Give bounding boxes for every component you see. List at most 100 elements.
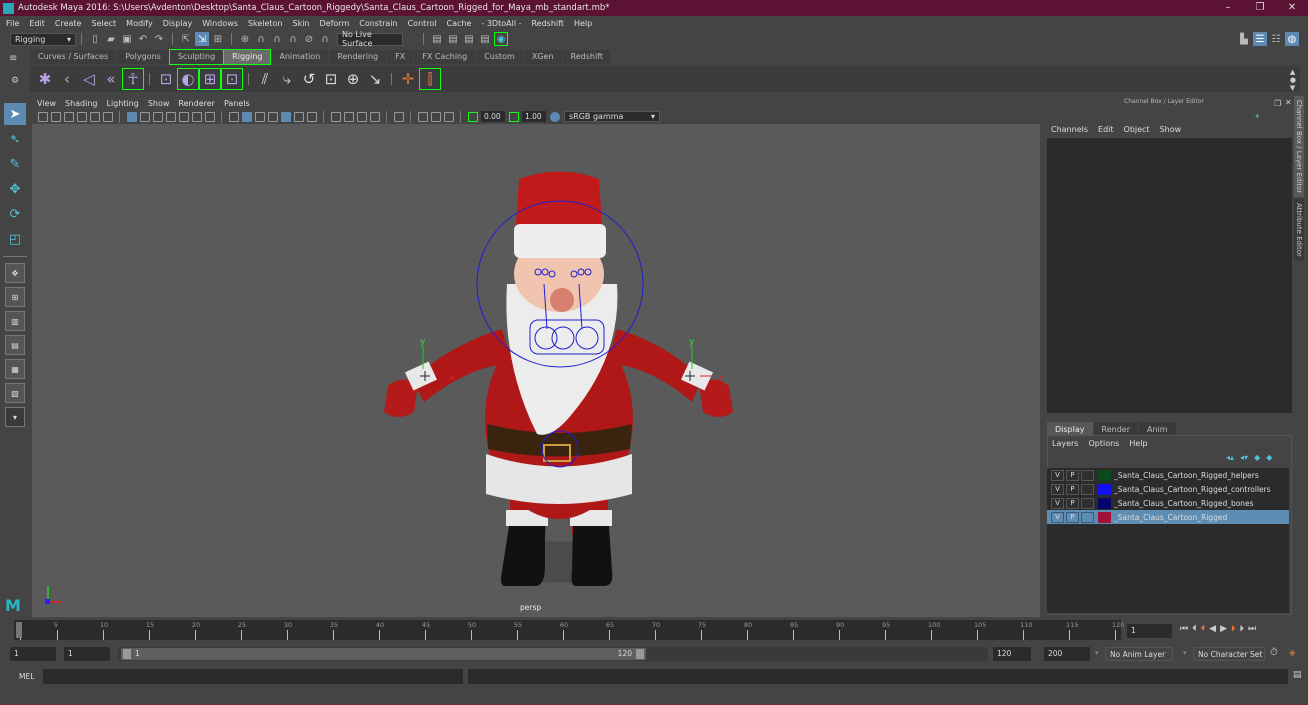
modeling-toolkit-icon[interactable]: ▙ bbox=[1237, 32, 1251, 46]
menu-select[interactable]: Select bbox=[91, 19, 116, 28]
smooth-shade-icon[interactable] bbox=[241, 111, 252, 122]
image-plane-icon[interactable] bbox=[76, 111, 87, 122]
snap-view-plane-icon[interactable]: ∩ bbox=[286, 32, 300, 46]
shelf-tab-curves-surfaces[interactable]: Curves / Surfaces bbox=[30, 50, 117, 64]
minimize-button[interactable]: – bbox=[1212, 0, 1244, 16]
shelf-tab-redshift[interactable]: Redshift bbox=[562, 50, 611, 64]
channel-box-area[interactable] bbox=[1047, 138, 1292, 413]
attribute-editor-toggle-icon[interactable]: ☰ bbox=[1253, 32, 1267, 46]
go-to-start-icon[interactable]: ⏮ bbox=[1180, 624, 1188, 634]
command-input[interactable] bbox=[43, 669, 463, 684]
select-hierarchy-icon[interactable]: ⇱ bbox=[179, 32, 193, 46]
textured-icon[interactable] bbox=[267, 111, 278, 122]
scale-tool-icon[interactable]: ◰ bbox=[4, 228, 26, 250]
restore-button[interactable]: ❐ bbox=[1244, 0, 1276, 16]
select-tool-icon[interactable]: ➤ bbox=[4, 103, 26, 125]
ipr-render-icon[interactable]: ▤ bbox=[462, 32, 476, 46]
visibility-toggle[interactable]: V bbox=[1051, 511, 1064, 523]
script-editor-icon[interactable]: ▤ bbox=[1293, 670, 1302, 680]
range-start-handle[interactable] bbox=[123, 649, 131, 659]
lasso-tool-icon[interactable]: ➴ bbox=[4, 128, 26, 150]
layer-row[interactable]: V P _Santa_Claus_Cartoon_Rigged bbox=[1047, 510, 1289, 524]
render-settings-icon[interactable]: ▤ bbox=[478, 32, 492, 46]
isolate-select-icon[interactable] bbox=[369, 111, 380, 122]
shelf-settings-icon[interactable]: ⚙ bbox=[11, 76, 30, 86]
gate-mask-icon[interactable] bbox=[165, 111, 176, 122]
xray-joints-icon[interactable] bbox=[430, 111, 441, 122]
lattice-icon[interactable]: ⊞ bbox=[199, 68, 221, 90]
edit-menu[interactable]: Edit bbox=[1098, 125, 1114, 134]
new-empty-layer-icon[interactable]: ◆ bbox=[1254, 453, 1260, 462]
visibility-toggle[interactable]: V bbox=[1051, 469, 1064, 481]
joint-tool-icon[interactable]: ✱ bbox=[34, 68, 56, 90]
menu-edit[interactable]: Edit bbox=[29, 19, 45, 28]
display-type-toggle[interactable] bbox=[1081, 497, 1094, 509]
parent-constraint-icon[interactable]: ⫽ bbox=[254, 68, 276, 90]
shelf-scroll[interactable]: ▲ ● ▼ bbox=[1290, 68, 1296, 92]
step-back-key-icon[interactable]: ⏴ bbox=[1201, 624, 1206, 634]
bake-constraint-icon[interactable]: ⫿ bbox=[419, 68, 441, 90]
2d-pan-zoom-icon[interactable] bbox=[89, 111, 100, 122]
playback-toggle[interactable]: P bbox=[1066, 483, 1079, 495]
render-frame-icon[interactable]: ▤ bbox=[446, 32, 460, 46]
menu-windows[interactable]: Windows bbox=[202, 19, 238, 28]
cluster-icon[interactable]: ⊡ bbox=[221, 68, 243, 90]
go-to-end-icon[interactable]: ⏭ bbox=[1248, 624, 1256, 634]
current-frame-field[interactable]: 1 bbox=[1127, 624, 1172, 638]
side-tab-attribute-editor[interactable]: Attribute Editor bbox=[1294, 199, 1304, 262]
wireframe-icon[interactable] bbox=[228, 111, 239, 122]
four-view-layout-icon[interactable]: ⊞ bbox=[5, 287, 25, 307]
menu-help[interactable]: Help bbox=[574, 19, 592, 28]
viewport-menu-show[interactable]: Show bbox=[148, 99, 170, 108]
show-menu[interactable]: Show bbox=[1160, 125, 1182, 134]
camera-select-icon[interactable] bbox=[37, 111, 48, 122]
grid-toggle-icon[interactable] bbox=[126, 111, 137, 122]
backface-culling-icon[interactable] bbox=[443, 111, 454, 122]
paint-skin-weights-icon[interactable]: ◐ bbox=[177, 68, 199, 90]
ik-spline-icon[interactable]: ◁ bbox=[78, 68, 100, 90]
viewport-menu-view[interactable]: View bbox=[37, 99, 56, 108]
safe-title-icon[interactable] bbox=[204, 111, 215, 122]
menu-constrain[interactable]: Constrain bbox=[359, 19, 397, 28]
auto-key-icon[interactable]: ⏱ bbox=[1270, 647, 1278, 658]
wireframe-on-shaded-icon[interactable] bbox=[254, 111, 265, 122]
single-perspective-layout-icon[interactable]: ✥ bbox=[5, 263, 25, 283]
render-view-icon[interactable]: ▤ bbox=[430, 32, 444, 46]
layer-row[interactable]: V P _Santa_Claus_Cartoon_Rigged_controller… bbox=[1047, 482, 1289, 496]
aim-constraint-icon[interactable]: ⊕ bbox=[342, 68, 364, 90]
magnet-icon[interactable]: ∩ bbox=[318, 32, 332, 46]
animation-preferences-icon[interactable]: ⚹ bbox=[1289, 646, 1296, 660]
playback-toggle[interactable]: P bbox=[1066, 511, 1079, 523]
playback-toggle[interactable]: P bbox=[1066, 497, 1079, 509]
close-button[interactable]: ✕ bbox=[1276, 0, 1308, 16]
play-forwards-icon[interactable]: ▶ bbox=[1220, 624, 1227, 634]
point-constraint-icon[interactable]: ⤷ bbox=[276, 68, 298, 90]
menu-create[interactable]: Create bbox=[55, 19, 82, 28]
menu-control[interactable]: Control bbox=[408, 19, 437, 28]
layer-color-swatch[interactable] bbox=[1098, 511, 1111, 523]
script-language-label[interactable]: MEL bbox=[19, 672, 34, 681]
ik-handle-icon[interactable]: ‹ bbox=[56, 68, 78, 90]
bind-skin-icon[interactable]: ⊡ bbox=[155, 68, 177, 90]
current-time-indicator[interactable] bbox=[16, 622, 22, 638]
orient-constraint-icon[interactable]: ↺ bbox=[298, 68, 320, 90]
display-type-toggle[interactable] bbox=[1081, 483, 1094, 495]
scale-constraint-icon[interactable]: ⊡ bbox=[320, 68, 342, 90]
color-management-icon[interactable] bbox=[549, 111, 560, 122]
float-panel-icon[interactable]: ❐ bbox=[1274, 99, 1281, 108]
time-slider[interactable]: 1510152025303540455055606570758085909510… bbox=[14, 620, 1124, 640]
use-all-lights-icon[interactable] bbox=[280, 111, 291, 122]
motion-blur-icon[interactable] bbox=[330, 111, 341, 122]
camera-attributes-icon[interactable] bbox=[50, 111, 61, 122]
exposure-icon[interactable] bbox=[467, 111, 478, 122]
film-gate-icon[interactable] bbox=[139, 111, 150, 122]
viewport-menu-lighting[interactable]: Lighting bbox=[106, 99, 138, 108]
select-object-icon[interactable]: ⇲ bbox=[195, 32, 209, 46]
undo-icon[interactable]: ↶ bbox=[136, 32, 150, 46]
snap-curve-icon[interactable]: ∩ bbox=[254, 32, 268, 46]
layer-color-swatch[interactable] bbox=[1098, 483, 1111, 495]
menu-display[interactable]: Display bbox=[163, 19, 193, 28]
range-end-handle[interactable] bbox=[636, 649, 644, 659]
shelf-tab-custom[interactable]: Custom bbox=[476, 50, 523, 64]
playback-start-field[interactable]: 1 bbox=[64, 647, 110, 661]
